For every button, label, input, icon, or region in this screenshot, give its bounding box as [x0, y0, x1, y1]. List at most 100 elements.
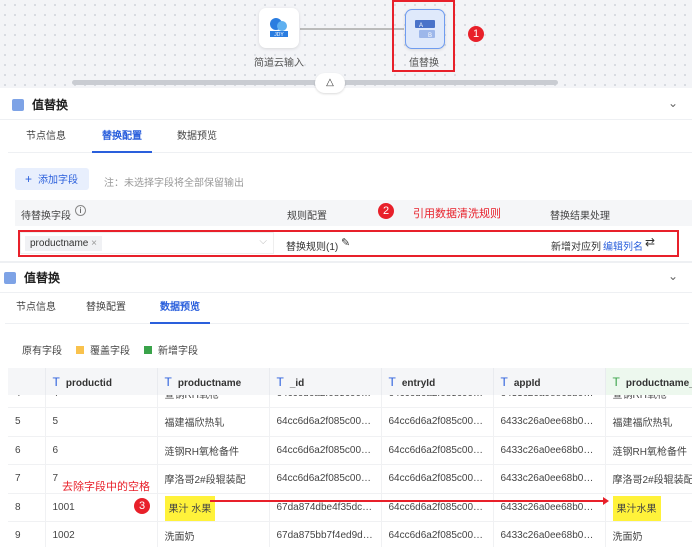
annotation-note-3: 去除字段中的空格	[62, 481, 150, 493]
cell-text: 67da874dbe4f35dc88...	[276, 501, 381, 513]
annotation-note-2: 引用数据清洗规则	[413, 208, 501, 220]
cell-text: 6	[15, 444, 21, 456]
legend-new: 新增字段	[158, 346, 198, 357]
panel-header: 值替换 ⌄	[0, 263, 692, 293]
cell-text: 1002	[52, 530, 75, 542]
column-header[interactable]: TappId	[493, 368, 606, 395]
cell-text: 8	[15, 501, 21, 513]
table-cell: 6433c26a0ee68b000...	[493, 521, 606, 547]
field-note: 注：未选择字段将全部保留输出	[104, 178, 244, 189]
table-row[interactable]: 4 4 宣钢RH氧枪 64cc6d6a2f085c0007... 64cc6d6a2f0…	[8, 395, 692, 408]
cell-text: 果汁 水果	[164, 495, 216, 521]
cell-text: 6433c26a0ee68b000...	[500, 473, 603, 485]
table-cell: 64cc6d6a2f085c0007...	[269, 436, 382, 465]
preview-table: Tproductid Tproductname T _id TentryId TappId…	[8, 368, 692, 547]
cell-text: 64cc6d6a2f085c0007...	[389, 395, 493, 399]
chevron-down-icon[interactable]: ⌄	[668, 269, 678, 283]
column-header: 替换结果处理	[550, 211, 610, 222]
column-header-label: entryId	[401, 377, 436, 389]
table-cell: 6433c26a0ee68b000...	[493, 436, 606, 465]
text-type-icon: T	[164, 374, 172, 389]
cell-text: 9	[15, 530, 21, 542]
cell-text: 摩洛哥2#段辊装配	[164, 475, 246, 487]
cell-text: 涟钢RH氧枪备件	[164, 446, 239, 458]
table-cell: 6	[45, 436, 158, 465]
text-type-icon: T	[276, 374, 284, 389]
panel1-tabs: 节点信息 替换配置 数据预览	[8, 127, 692, 153]
table-cell: 64cc6d6a2f085c0007...	[269, 464, 382, 494]
column-header[interactable]: T _id	[269, 368, 382, 395]
row-index-header	[8, 368, 46, 395]
tab-replace-config[interactable]: 替换配置	[75, 298, 137, 324]
column-header[interactable]: Tproductname	[157, 368, 270, 395]
legend-swatch-new	[144, 345, 152, 354]
table-cell: 64cc6d6a2f085c0007...	[381, 395, 494, 408]
table-cell: 涟钢RH氧枪备件	[605, 436, 692, 465]
panel-title: 值替换	[32, 98, 69, 112]
cell-text: 64cc6d6a2f085c0007...	[388, 473, 493, 485]
annotation-arrow	[210, 500, 606, 502]
cell-text: 64cc6d6a2f085c0007...	[276, 416, 381, 428]
add-field-label: 添加字段	[38, 175, 79, 186]
table-cell: 64cc6d6a2f085c0007...	[381, 464, 494, 494]
cell-text: 64cc6d6a2f085c0007...	[388, 444, 493, 456]
value-replace-icon	[12, 98, 24, 111]
column-header[interactable]: Tproductname_	[605, 368, 692, 395]
plus-icon: +	[25, 172, 33, 186]
cell-text: 6433c26a0ee68b000...	[500, 416, 603, 428]
value-replace-icon	[4, 271, 16, 284]
cell-text: 7	[52, 473, 59, 485]
tab-data-preview[interactable]: 数据预览	[150, 298, 210, 324]
info-icon[interactable]: i	[75, 205, 86, 216]
table-row[interactable]: 9 1002 洗面奶 67da875bb7f4ed9dd... 64cc6d6a2f08…	[8, 521, 692, 547]
column-header: 待替换字段	[21, 211, 71, 222]
flow-connector	[300, 28, 404, 30]
chevron-down-icon[interactable]: ⌄	[668, 96, 678, 110]
table-cell: 6433c26a0ee68b000...	[493, 395, 606, 408]
cell-text: 64cc6d6a2f085c0007...	[276, 473, 381, 485]
cell-text: 4	[15, 395, 21, 399]
tab-replace-config[interactable]: 替换配置	[92, 127, 152, 153]
table-row[interactable]: 8 1001 果汁 水果 67da874dbe4f35dc88... 64cc6d6a2…	[8, 493, 692, 522]
table-cell: 洗面奶	[157, 521, 270, 547]
cell-text: 64cc6d6a2f085c0007...	[388, 530, 493, 542]
annotation-badge-1: 1	[468, 26, 484, 42]
cell-text: 宣钢RH氧枪	[612, 395, 667, 401]
table-row[interactable]: 6 6 涟钢RH氧枪备件 64cc6d6a2f085c0007... 64cc6d6a2…	[8, 436, 692, 465]
text-type-icon: T	[500, 374, 508, 389]
table-row[interactable]: 5 5 福建福欣热轧 64cc6d6a2f085c0007... 64cc6d6a2f0…	[8, 407, 692, 437]
tab-node-info[interactable]: 节点信息	[8, 127, 84, 153]
table-cell: 宣钢RH氧枪	[157, 395, 270, 408]
add-field-button[interactable]: + 添加字段	[15, 168, 89, 190]
table-cell: 64cc6d6a2f085c0007...	[381, 407, 494, 437]
flow-node-jdy-input[interactable]: JDY	[259, 8, 299, 48]
table-cell: 67da874dbe4f35dc88...	[269, 493, 382, 522]
cell-text: 64cc6d6a2f085c0007...	[388, 416, 493, 428]
table-cell: 4	[45, 395, 158, 408]
table-cell: 6433c26a0ee68b000...	[493, 493, 606, 522]
table-cell: 8	[8, 493, 46, 522]
table-cell: 涟钢RH氧枪备件	[157, 436, 270, 465]
text-type-icon: T	[52, 374, 60, 389]
column-header-label: _id	[289, 377, 305, 389]
annotation-badge-3: 3	[134, 498, 150, 514]
table-cell: 6	[8, 436, 46, 465]
text-type-icon: T	[612, 374, 620, 389]
tab-node-info[interactable]: 节点信息	[5, 298, 67, 324]
table-cell: 洗面奶	[605, 521, 692, 547]
table-cell: 64cc6d6a2f085c0007...	[381, 436, 494, 465]
cell-text: 6	[52, 444, 59, 456]
table-cell: 果汁 水果	[157, 493, 270, 522]
column-header-label: appId	[513, 377, 541, 389]
cell-text: 64cc6d6a2f085c0007...	[276, 444, 381, 456]
column-header: 规则配置	[287, 211, 327, 222]
tab-data-preview[interactable]: 数据预览	[162, 127, 232, 153]
cell-text: 6433c26a0ee68b000...	[500, 530, 603, 542]
flow-canvas[interactable]	[0, 0, 692, 88]
table-cell: 64cc6d6a2f085c0007...	[381, 493, 494, 522]
table-cell: 67da875bb7f4ed9dd...	[269, 521, 382, 547]
column-header[interactable]: TentryId	[381, 368, 494, 395]
table-cell: 果汁水果	[605, 493, 692, 522]
column-header[interactable]: Tproductid	[45, 368, 158, 395]
table-cell: 64cc6d6a2f085c0007...	[269, 395, 382, 408]
